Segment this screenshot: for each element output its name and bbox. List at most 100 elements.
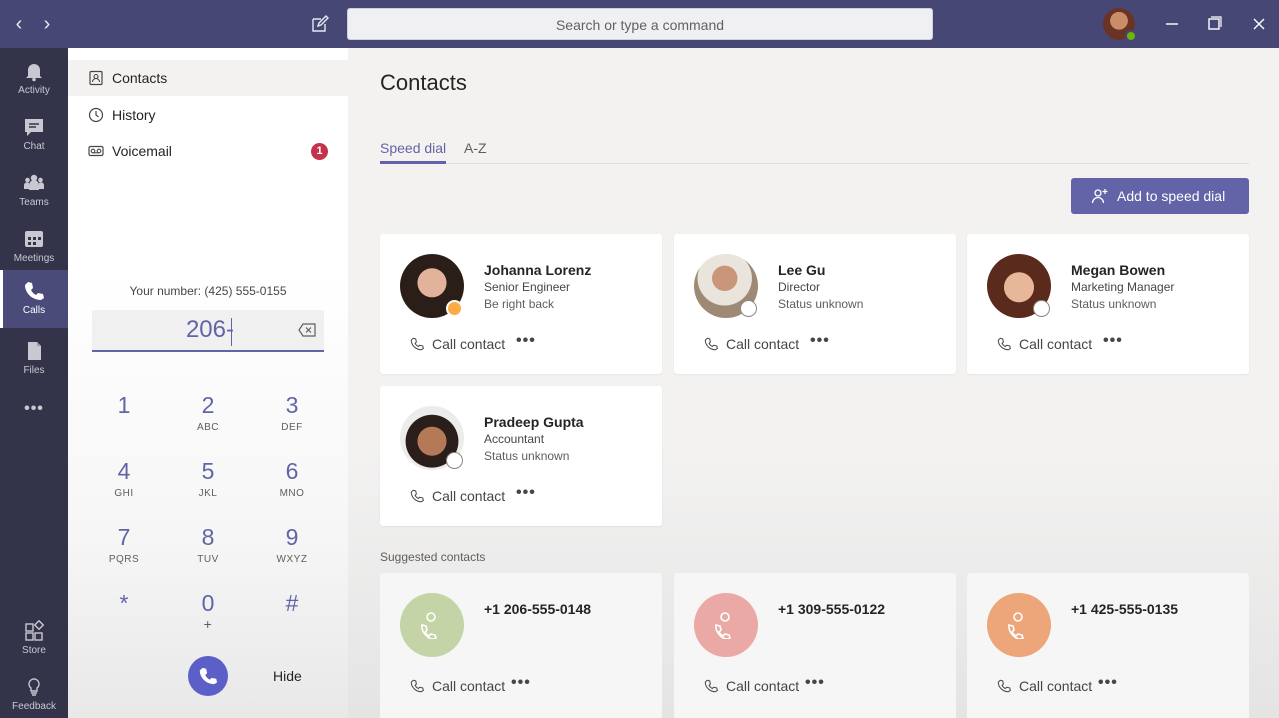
contact-role: Director (778, 280, 821, 294)
dial-key-1[interactable]: 1 (94, 392, 154, 422)
teams-icon (24, 174, 44, 190)
dial-input[interactable]: 206- (92, 310, 324, 352)
dial-key-0[interactable]: 0 + (178, 590, 238, 632)
calls-panel: Contacts History Voicemail 1 Your number… (68, 48, 348, 718)
call-contact-label: Call contact (726, 678, 800, 694)
title-bar: ‹ › Search or type a command (0, 0, 1279, 48)
suggested-contact-card[interactable]: +1 206-555-0148 Call contact ••• (380, 573, 662, 718)
text-caret (231, 318, 232, 346)
file-icon (28, 342, 41, 360)
phone-avatar (400, 593, 464, 657)
tab-bar: Speed dial A-Z (380, 140, 1249, 164)
contact-name: Lee Gu (778, 262, 826, 278)
calls-nav-history[interactable]: History (68, 97, 348, 133)
rail-item-meetings[interactable]: Meetings (0, 222, 68, 276)
speed-dial-card[interactable]: Pradeep Gupta Accountant Status unknown … (380, 386, 662, 526)
phone-icon (704, 679, 718, 693)
maximize-icon[interactable] (1202, 12, 1226, 36)
backspace-icon[interactable] (298, 323, 316, 342)
contact-role: Marketing Manager (1071, 280, 1175, 294)
rail-item-activity[interactable]: Activity (0, 54, 68, 108)
contact-status: Status unknown (1071, 297, 1157, 311)
phone-number: +1 425-555-0135 (1071, 601, 1179, 617)
phone-icon (410, 489, 424, 503)
more-options-icon[interactable]: ••• (1098, 674, 1118, 692)
more-options-icon[interactable]: ••• (511, 674, 531, 692)
calls-nav-voicemail[interactable]: Voicemail 1 (68, 133, 348, 169)
key-letters: PQRS (108, 554, 140, 565)
call-contact-label: Call contact (432, 678, 506, 694)
phone-person-icon (421, 612, 438, 639)
unknown-status-icon (740, 300, 757, 317)
rail-item-files[interactable]: Files (0, 334, 68, 388)
rail-item-teams[interactable]: Teams (0, 166, 68, 220)
minimize-icon[interactable] (1160, 12, 1184, 36)
dial-key-9[interactable]: 9 WXYZ (262, 524, 322, 565)
call-contact-label: Call contact (432, 336, 506, 352)
phone-icon (997, 679, 1011, 693)
dial-key-8[interactable]: 8 TUV (178, 524, 238, 565)
speed-dial-card[interactable]: Lee Gu Director Status unknown Call cont… (674, 234, 956, 374)
phone-icon (410, 337, 424, 351)
rail-item-more[interactable]: ••• (0, 390, 68, 430)
call-contact-label: Call contact (726, 336, 800, 352)
speed-dial-card[interactable]: Megan Bowen Marketing Manager Status unk… (967, 234, 1249, 374)
more-options-icon[interactable]: ••• (1103, 332, 1123, 350)
call-contact-label: Call contact (432, 488, 506, 504)
rail-item-calls[interactable]: Calls (0, 270, 68, 328)
bell-icon (26, 64, 42, 82)
tab-speed-dial[interactable]: Speed dial (380, 140, 447, 164)
more-options-icon[interactable]: ••• (516, 332, 536, 350)
dial-key-star[interactable]: * (94, 590, 154, 620)
suggested-contact-card[interactable]: +1 425-555-0135 Call contact ••• (967, 573, 1249, 718)
more-options-icon[interactable]: ••• (516, 484, 536, 502)
page-title: Contacts (380, 70, 467, 95)
dial-key-hash[interactable]: # (262, 590, 322, 620)
more-options-icon[interactable]: ••• (805, 674, 825, 692)
suggested-contact-card[interactable]: +1 309-555-0122 Call contact ••• (674, 573, 956, 718)
key-letters: ABC (196, 422, 220, 433)
rail-item-chat[interactable]: Chat (0, 110, 68, 164)
forward-arrow-icon[interactable]: › (36, 12, 58, 36)
contact-status: Be right back (484, 297, 555, 311)
rail-item-store[interactable]: Store (0, 614, 68, 668)
calls-nav-contacts[interactable]: Contacts (68, 60, 348, 96)
rail-item-feedback[interactable]: Feedback (0, 670, 68, 718)
dial-input-value: 206- (185, 316, 234, 343)
contacts-icon (89, 70, 103, 86)
dial-key-4[interactable]: 4 GHI (94, 458, 154, 499)
key-letters: GHI (114, 488, 134, 499)
away-status-icon (446, 300, 463, 317)
contact-role: Senior Engineer (484, 280, 571, 294)
key-digit: 5 (201, 458, 215, 484)
key-digit: * (119, 590, 129, 616)
back-arrow-icon[interactable]: ‹ (8, 12, 30, 36)
dial-key-3[interactable]: 3 DEF (262, 392, 322, 433)
key-letters: WXYZ (276, 554, 308, 565)
compose-icon[interactable] (309, 13, 331, 35)
dial-key-2[interactable]: 2 ABC (178, 392, 238, 433)
main-content: Contacts Speed dial A-Z Add to speed dia… (348, 48, 1279, 718)
dial-key-5[interactable]: 5 JKL (178, 458, 238, 499)
chat-icon (25, 119, 43, 136)
search-input[interactable]: Search or type a command (347, 8, 933, 40)
more-options-icon[interactable]: ••• (810, 332, 830, 350)
close-icon[interactable] (1247, 12, 1271, 36)
calendar-icon (25, 231, 43, 247)
phone-avatar (987, 593, 1051, 657)
dial-key-6[interactable]: 6 MNO (262, 458, 322, 499)
rail-label: Activity (18, 85, 50, 96)
tab-a-z[interactable]: A-Z (464, 140, 487, 164)
app-rail: Activity Chat Teams Meetings Calls Files… (0, 48, 68, 718)
speed-dial-card[interactable]: Johanna Lorenz Senior Engineer Be right … (380, 234, 662, 374)
avatar[interactable] (1103, 8, 1137, 42)
add-to-speed-dial-button[interactable]: Add to speed dial (1071, 178, 1249, 214)
call-button[interactable] (188, 656, 228, 696)
key-letters: DEF (281, 422, 303, 433)
hide-dialer-button[interactable]: Hide (273, 668, 302, 684)
dial-key-7[interactable]: 7 PQRS (94, 524, 154, 565)
contact-name: Pradeep Gupta (484, 414, 584, 430)
key-digit: 4 (117, 458, 131, 484)
call-contact-label: Call contact (1019, 678, 1093, 694)
calls-nav-label: Voicemail (112, 143, 172, 159)
